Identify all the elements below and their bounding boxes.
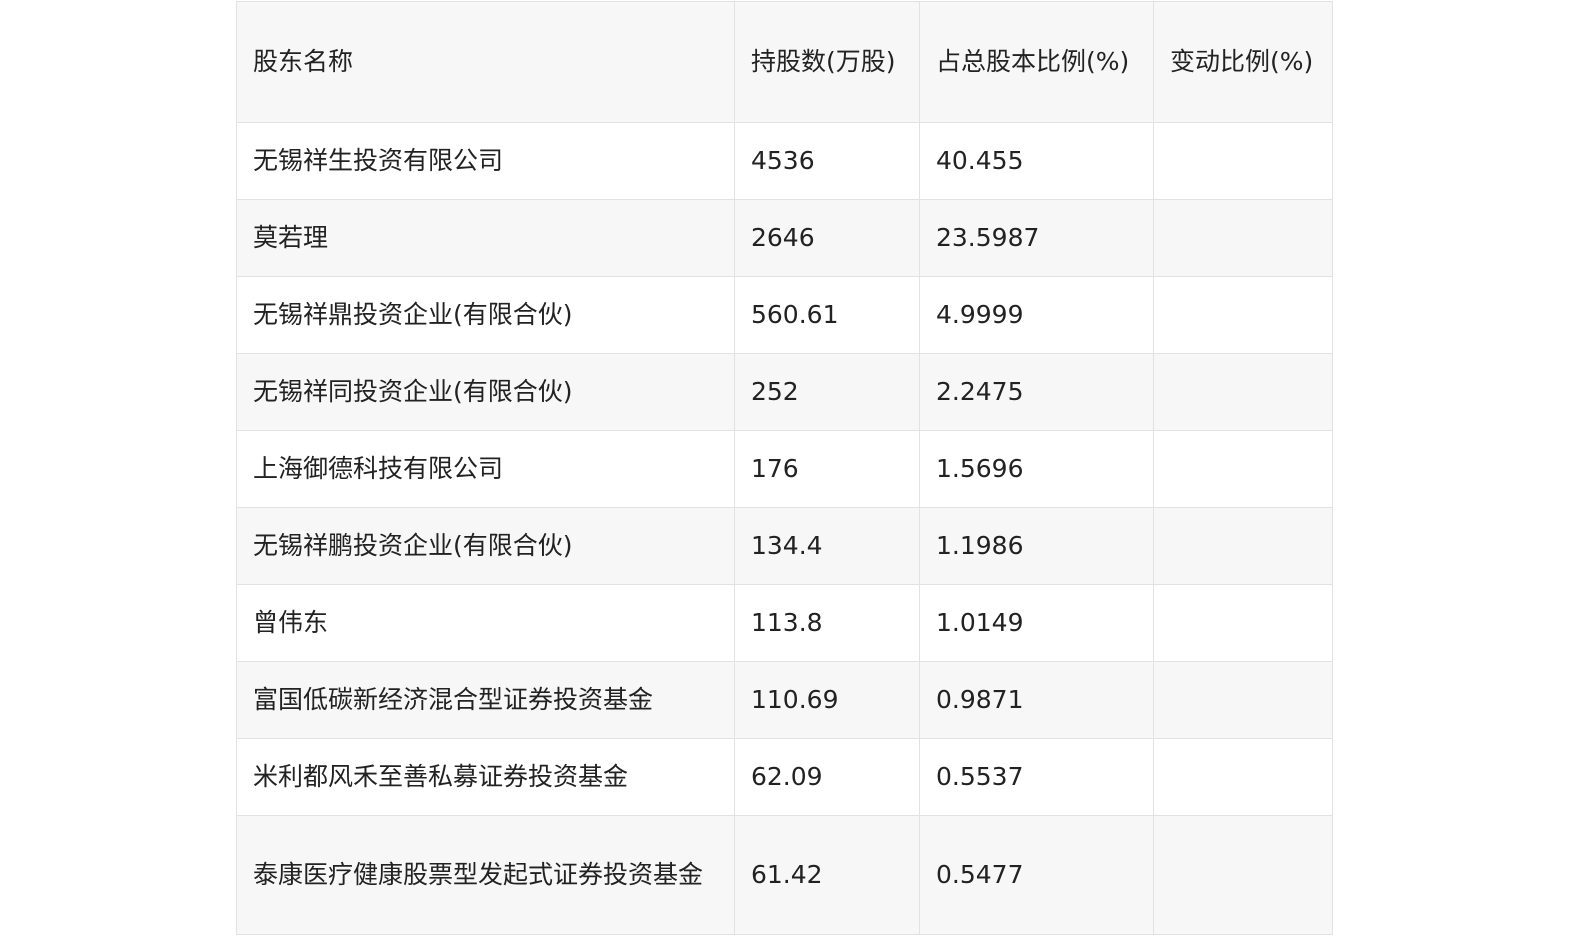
cell-change-ratio [1153,738,1333,816]
cell-shareholder-name: 富国低碳新经济混合型证券投资基金 [236,661,735,739]
cell-shares-held: 4536 [734,122,920,200]
table-body: 无锡祥生投资有限公司 4536 40.455 莫若理 2646 23.5987 … [236,122,1333,935]
header-change-ratio: 变动比例(%) [1153,1,1333,123]
cell-shares-held: 134.4 [734,507,920,585]
cell-share-ratio: 40.455 [919,122,1154,200]
table-row: 富国低碳新经济混合型证券投资基金 110.69 0.9871 [236,661,1333,739]
cell-share-ratio: 1.0149 [919,584,1154,662]
cell-shares-held: 252 [734,353,920,431]
cell-change-ratio [1153,199,1333,277]
cell-change-ratio [1153,122,1333,200]
cell-shareholder-name: 泰康医疗健康股票型发起式证券投资基金 [236,815,735,935]
table-row: 无锡祥鼎投资企业(有限合伙) 560.61 4.9999 [236,276,1333,354]
cell-shareholder-name: 无锡祥生投资有限公司 [236,122,735,200]
cell-shares-held: 113.8 [734,584,920,662]
cell-change-ratio [1153,584,1333,662]
cell-share-ratio: 4.9999 [919,276,1154,354]
table-row: 上海御德科技有限公司 176 1.5696 [236,430,1333,508]
cell-share-ratio: 23.5987 [919,199,1154,277]
table-header: 股东名称 持股数(万股) 占总股本比例(%) 变动比例(%) [236,1,1333,123]
cell-shareholder-name: 米利都风禾至善私募证券投资基金 [236,738,735,816]
table-row: 米利都风禾至善私募证券投资基金 62.09 0.5537 [236,738,1333,816]
table-row: 莫若理 2646 23.5987 [236,199,1333,277]
cell-share-ratio: 2.2475 [919,353,1154,431]
header-shares-held: 持股数(万股) [734,1,920,123]
shareholder-table: 股东名称 持股数(万股) 占总股本比例(%) 变动比例(%) 无锡祥生投资有限公… [236,1,1333,935]
cell-shares-held: 2646 [734,199,920,277]
cell-shareholder-name: 无锡祥鼎投资企业(有限合伙) [236,276,735,354]
cell-share-ratio: 1.5696 [919,430,1154,508]
cell-shareholder-name: 上海御德科技有限公司 [236,430,735,508]
table-row: 曾伟东 113.8 1.0149 [236,584,1333,662]
cell-share-ratio: 0.5477 [919,815,1154,935]
shareholder-table-container: 股东名称 持股数(万股) 占总股本比例(%) 变动比例(%) 无锡祥生投资有限公… [236,1,1333,935]
cell-shareholder-name: 曾伟东 [236,584,735,662]
cell-share-ratio: 1.1986 [919,507,1154,585]
cell-change-ratio [1153,661,1333,739]
cell-change-ratio [1153,276,1333,354]
cell-change-ratio [1153,353,1333,431]
cell-share-ratio: 0.9871 [919,661,1154,739]
cell-change-ratio [1153,507,1333,585]
table-row: 无锡祥生投资有限公司 4536 40.455 [236,122,1333,200]
cell-shares-held: 61.42 [734,815,920,935]
cell-shareholder-name: 无锡祥鹏投资企业(有限合伙) [236,507,735,585]
cell-shareholder-name: 无锡祥同投资企业(有限合伙) [236,353,735,431]
cell-shareholder-name: 莫若理 [236,199,735,277]
table-row: 无锡祥同投资企业(有限合伙) 252 2.2475 [236,353,1333,431]
cell-change-ratio [1153,815,1333,935]
cell-shares-held: 110.69 [734,661,920,739]
cell-shares-held: 176 [734,430,920,508]
cell-shares-held: 62.09 [734,738,920,816]
table-row: 无锡祥鹏投资企业(有限合伙) 134.4 1.1986 [236,507,1333,585]
header-row: 股东名称 持股数(万股) 占总股本比例(%) 变动比例(%) [236,1,1333,123]
header-share-ratio: 占总股本比例(%) [919,1,1154,123]
header-shareholder-name: 股东名称 [236,1,735,123]
table-row: 泰康医疗健康股票型发起式证券投资基金 61.42 0.5477 [236,815,1333,935]
cell-change-ratio [1153,430,1333,508]
cell-shares-held: 560.61 [734,276,920,354]
cell-share-ratio: 0.5537 [919,738,1154,816]
